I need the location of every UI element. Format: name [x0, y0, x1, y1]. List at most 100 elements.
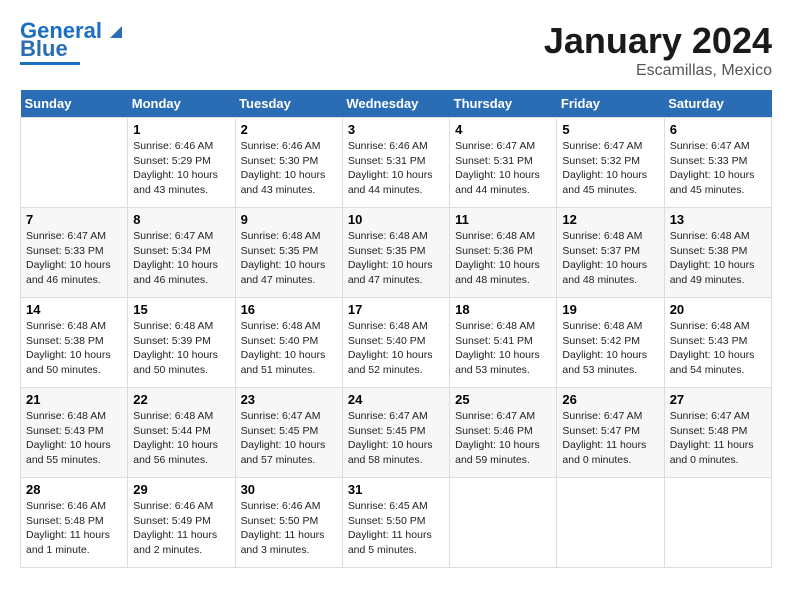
day-number: 29 — [133, 482, 229, 497]
day-cell-26: 26Sunrise: 6:47 AMSunset: 5:47 PMDayligh… — [557, 388, 664, 478]
day-info: Sunrise: 6:48 AMSunset: 5:43 PMDaylight:… — [26, 409, 122, 468]
day-info: Sunrise: 6:47 AMSunset: 5:32 PMDaylight:… — [562, 139, 658, 198]
day-info: Sunrise: 6:48 AMSunset: 5:42 PMDaylight:… — [562, 319, 658, 378]
empty-cell — [450, 478, 557, 568]
day-number: 2 — [241, 122, 337, 137]
day-info: Sunrise: 6:48 AMSunset: 5:43 PMDaylight:… — [670, 319, 766, 378]
day-cell-29: 29 Sunrise: 6:46 AMSunset: 5:49 PMDayligh… — [128, 478, 235, 568]
day-cell-10: 10 Sunrise: 6:48 AMSunset: 5:35 PMDayligh… — [342, 208, 449, 298]
day-info: Sunrise: 6:47 AMSunset: 5:33 PMDaylight:… — [26, 229, 122, 288]
month-title: January 2024 — [544, 20, 772, 62]
day-cell-31: 31 Sunrise: 6:45 AMSunset: 5:50 PMDayligh… — [342, 478, 449, 568]
day-info: Sunrise: 6:46 AMSunset: 5:31 PMDaylight:… — [348, 139, 444, 198]
day-info: Sunrise: 6:48 AMSunset: 5:35 PMDaylight:… — [348, 229, 444, 288]
day-number: 11 — [455, 212, 551, 227]
day-info: Sunrise: 6:47 AMSunset: 5:45 PMDaylight:… — [348, 409, 444, 468]
day-number: 18 — [455, 302, 551, 317]
day-cell-23: 23 Sunrise: 6:47 AMSunset: 5:45 PMDayligh… — [235, 388, 342, 478]
day-number: 27 — [670, 392, 766, 407]
header-friday: Friday — [557, 90, 664, 118]
empty-cell — [664, 478, 771, 568]
day-info: Sunrise: 6:48 AMSunset: 5:39 PMDaylight:… — [133, 319, 229, 378]
day-info: Sunrise: 6:47 AMSunset: 5:47 PMDaylight:… — [562, 409, 658, 468]
day-cell-9: 9 Sunrise: 6:48 AMSunset: 5:35 PMDaylight… — [235, 208, 342, 298]
logo-underline — [20, 62, 80, 65]
day-number: 12 — [562, 212, 658, 227]
day-info: Sunrise: 6:48 AMSunset: 5:41 PMDaylight:… — [455, 319, 551, 378]
day-info: Sunrise: 6:45 AMSunset: 5:50 PMDaylight:… — [348, 499, 444, 558]
day-info: Sunrise: 6:47 AMSunset: 5:46 PMDaylight:… — [455, 409, 551, 468]
day-cell-18: 18 Sunrise: 6:48 AMSunset: 5:41 PMDayligh… — [450, 298, 557, 388]
empty-cell — [557, 478, 664, 568]
day-number: 6 — [670, 122, 766, 137]
day-cell-16: 16Sunrise: 6:48 AMSunset: 5:40 PMDayligh… — [235, 298, 342, 388]
week-row-1: 1 Sunrise: 6:46 AMSunset: 5:29 PMDaylight… — [21, 118, 772, 208]
day-info: Sunrise: 6:48 AMSunset: 5:35 PMDaylight:… — [241, 229, 337, 288]
day-info: Sunrise: 6:46 AMSunset: 5:49 PMDaylight:… — [133, 499, 229, 558]
header-tuesday: Tuesday — [235, 90, 342, 118]
day-cell-22: 22Sunrise: 6:48 AMSunset: 5:44 PMDayligh… — [128, 388, 235, 478]
day-cell-8: 8 Sunrise: 6:47 AMSunset: 5:34 PMDaylight… — [128, 208, 235, 298]
empty-cell — [21, 118, 128, 208]
day-info: Sunrise: 6:46 AMSunset: 5:30 PMDaylight:… — [241, 139, 337, 198]
day-number: 8 — [133, 212, 229, 227]
day-number: 5 — [562, 122, 658, 137]
day-number: 23 — [241, 392, 337, 407]
day-cell-11: 11 Sunrise: 6:48 AMSunset: 5:36 PMDayligh… — [450, 208, 557, 298]
day-info: Sunrise: 6:47 AMSunset: 5:34 PMDaylight:… — [133, 229, 229, 288]
day-cell-6: 6 Sunrise: 6:47 AMSunset: 5:33 PMDaylight… — [664, 118, 771, 208]
day-number: 28 — [26, 482, 122, 497]
day-number: 14 — [26, 302, 122, 317]
week-row-4: 21 Sunrise: 6:48 AMSunset: 5:43 PMDayligh… — [21, 388, 772, 478]
day-cell-2: 2 Sunrise: 6:46 AMSunset: 5:30 PMDaylight… — [235, 118, 342, 208]
day-cell-17: 17 Sunrise: 6:48 AMSunset: 5:40 PMDayligh… — [342, 298, 449, 388]
logo-blue-text: Blue — [20, 38, 68, 60]
day-cell-14: 14Sunrise: 6:48 AMSunset: 5:38 PMDayligh… — [21, 298, 128, 388]
day-cell-25: 25 Sunrise: 6:47 AMSunset: 5:46 PMDayligh… — [450, 388, 557, 478]
day-number: 25 — [455, 392, 551, 407]
day-info: Sunrise: 6:46 AMSunset: 5:29 PMDaylight:… — [133, 139, 229, 198]
day-number: 17 — [348, 302, 444, 317]
day-number: 10 — [348, 212, 444, 227]
day-info: Sunrise: 6:48 AMSunset: 5:36 PMDaylight:… — [455, 229, 551, 288]
day-cell-20: 20 Sunrise: 6:48 AMSunset: 5:43 PMDayligh… — [664, 298, 771, 388]
day-number: 21 — [26, 392, 122, 407]
day-number: 24 — [348, 392, 444, 407]
day-number: 7 — [26, 212, 122, 227]
logo-icon — [104, 20, 126, 42]
day-info: Sunrise: 6:46 AMSunset: 5:50 PMDaylight:… — [241, 499, 337, 558]
day-cell-13: 13 Sunrise: 6:48 AMSunset: 5:38 PMDayligh… — [664, 208, 771, 298]
day-cell-7: 7 Sunrise: 6:47 AMSunset: 5:33 PMDaylight… — [21, 208, 128, 298]
day-info: Sunrise: 6:47 AMSunset: 5:33 PMDaylight:… — [670, 139, 766, 198]
day-number: 30 — [241, 482, 337, 497]
header-thursday: Thursday — [450, 90, 557, 118]
logo: General Blue — [20, 20, 126, 65]
days-header-row: SundayMondayTuesdayWednesdayThursdayFrid… — [21, 90, 772, 118]
week-row-2: 7 Sunrise: 6:47 AMSunset: 5:33 PMDaylight… — [21, 208, 772, 298]
week-row-5: 28 Sunrise: 6:46 AMSunset: 5:48 PMDayligh… — [21, 478, 772, 568]
day-number: 20 — [670, 302, 766, 317]
day-info: Sunrise: 6:48 AMSunset: 5:40 PMDaylight:… — [348, 319, 444, 378]
day-number: 9 — [241, 212, 337, 227]
week-row-3: 14Sunrise: 6:48 AMSunset: 5:38 PMDayligh… — [21, 298, 772, 388]
day-cell-19: 19 Sunrise: 6:48 AMSunset: 5:42 PMDayligh… — [557, 298, 664, 388]
day-info: Sunrise: 6:47 AMSunset: 5:45 PMDaylight:… — [241, 409, 337, 468]
day-cell-21: 21 Sunrise: 6:48 AMSunset: 5:43 PMDayligh… — [21, 388, 128, 478]
day-info: Sunrise: 6:46 AMSunset: 5:48 PMDaylight:… — [26, 499, 122, 558]
day-number: 16 — [241, 302, 337, 317]
header-monday: Monday — [128, 90, 235, 118]
day-number: 31 — [348, 482, 444, 497]
day-number: 19 — [562, 302, 658, 317]
day-number: 4 — [455, 122, 551, 137]
day-info: Sunrise: 6:47 AMSunset: 5:48 PMDaylight:… — [670, 409, 766, 468]
title-area: January 2024 Escamillas, Mexico — [544, 20, 772, 80]
day-number: 13 — [670, 212, 766, 227]
day-cell-5: 5 Sunrise: 6:47 AMSunset: 5:32 PMDaylight… — [557, 118, 664, 208]
day-number: 15 — [133, 302, 229, 317]
day-info: Sunrise: 6:48 AMSunset: 5:38 PMDaylight:… — [670, 229, 766, 288]
day-number: 1 — [133, 122, 229, 137]
day-cell-15: 15 Sunrise: 6:48 AMSunset: 5:39 PMDayligh… — [128, 298, 235, 388]
day-cell-28: 28 Sunrise: 6:46 AMSunset: 5:48 PMDayligh… — [21, 478, 128, 568]
header-sunday: Sunday — [21, 90, 128, 118]
day-info: Sunrise: 6:48 AMSunset: 5:44 PMDaylight:… — [133, 409, 229, 468]
